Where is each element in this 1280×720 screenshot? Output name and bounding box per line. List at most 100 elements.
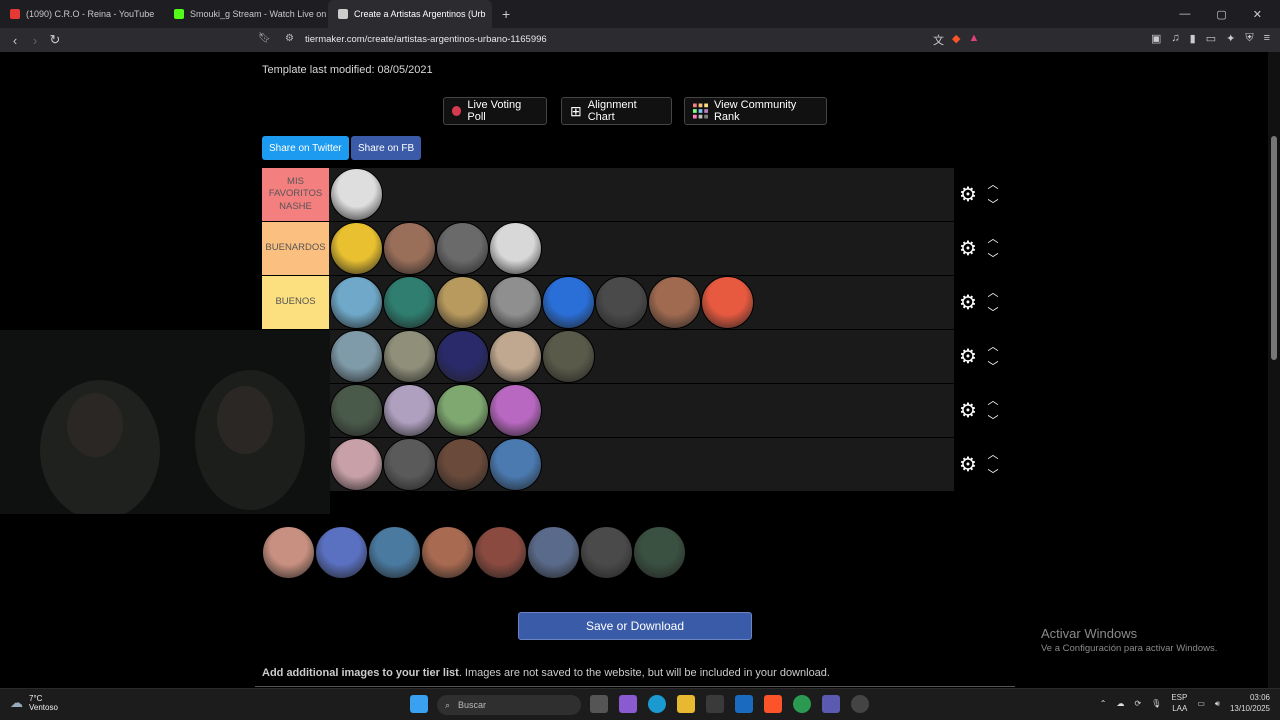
bookmark-icon[interactable]: 🔖︎ (258, 33, 271, 44)
brave-shield-icon[interactable]: ◆ (952, 32, 960, 48)
move-up-icon[interactable]: ︿ (986, 230, 1000, 246)
network-icon[interactable]: ▭ (1197, 699, 1205, 708)
artist-image[interactable] (542, 330, 595, 383)
artist-image[interactable] (330, 168, 383, 221)
pool-artist-image[interactable] (421, 526, 474, 579)
save-download-button[interactable]: Save or Download (518, 612, 752, 640)
artist-image[interactable] (489, 276, 542, 329)
weather-widget[interactable]: ☁︎ 7°C Ventoso (10, 694, 58, 712)
copilot-icon[interactable] (619, 695, 637, 713)
brave-rewards-icon[interactable]: ▲ (968, 32, 979, 48)
artist-image[interactable] (330, 438, 383, 491)
pool-artist-image[interactable] (474, 526, 527, 579)
file-explorer-icon[interactable] (677, 695, 695, 713)
pool-artist-image[interactable] (262, 526, 315, 579)
artist-image[interactable] (436, 438, 489, 491)
move-down-icon[interactable]: ﹀ (986, 358, 1000, 374)
artist-image[interactable] (330, 222, 383, 275)
move-down-icon[interactable]: ﹀ (986, 304, 1000, 320)
task-view-icon[interactable] (590, 695, 608, 713)
artist-image[interactable] (436, 384, 489, 437)
move-up-icon[interactable]: ︿ (986, 446, 1000, 462)
artist-image[interactable] (542, 276, 595, 329)
share-twitter-button[interactable]: Share on Twitter (262, 136, 349, 160)
leo-icon[interactable]: ✦ (1226, 32, 1235, 45)
live-voting-button[interactable]: Live Voting Poll (443, 97, 547, 125)
tab-youtube[interactable]: (1090) C.R.O - Reina - YouTube (0, 0, 164, 28)
edge-icon[interactable] (648, 695, 666, 713)
gear-icon[interactable]: ⚙ (957, 184, 979, 206)
onedrive-icon[interactable]: ☁︎ (1116, 699, 1124, 708)
gear-icon[interactable]: ⚙ (957, 292, 979, 314)
media-icon[interactable]: ♫ (1171, 32, 1179, 45)
move-down-icon[interactable]: ﹀ (986, 412, 1000, 428)
artist-image[interactable] (383, 222, 436, 275)
community-rank-button[interactable]: View Community Rank (684, 97, 827, 125)
menu-icon[interactable]: ≡ (1264, 32, 1270, 45)
move-down-icon[interactable]: ﹀ (986, 466, 1000, 482)
artist-image[interactable] (383, 276, 436, 329)
back-icon[interactable]: ‹ (5, 33, 25, 48)
pool-artist-image[interactable] (580, 526, 633, 579)
close-window-button[interactable]: ✕ (1253, 8, 1262, 21)
artist-image[interactable] (489, 438, 542, 491)
taskbar-search[interactable]: ⌕ Buscar (437, 695, 581, 715)
tab-kick[interactable]: Smouki_g Stream - Watch Live on Kic (164, 0, 328, 28)
artist-image[interactable] (595, 276, 648, 329)
artist-image[interactable] (436, 222, 489, 275)
artist-image[interactable] (383, 438, 436, 491)
move-up-icon[interactable]: ︿ (986, 284, 1000, 300)
artist-image[interactable] (436, 330, 489, 383)
pool-artist-image[interactable] (368, 526, 421, 579)
gear-icon[interactable]: ⚙ (957, 238, 979, 260)
brave-icon[interactable] (764, 695, 782, 713)
store-icon[interactable] (706, 695, 724, 713)
windows-start-icon[interactable] (410, 695, 428, 713)
wallet-icon[interactable]: ▭ (1206, 32, 1216, 45)
artist-image[interactable] (330, 384, 383, 437)
move-down-icon[interactable]: ﹀ (986, 250, 1000, 266)
gear-icon[interactable]: ⚙ (957, 346, 979, 368)
artist-image[interactable] (489, 330, 542, 383)
share-fb-button[interactable]: Share on FB (351, 136, 422, 160)
artist-image[interactable] (648, 276, 701, 329)
pool-artist-image[interactable] (315, 526, 368, 579)
artist-image[interactable] (330, 276, 383, 329)
artist-image[interactable] (489, 384, 542, 437)
screenshot-icon[interactable]: ▣ (1151, 32, 1161, 45)
url-field[interactable]: tiermaker.com/create/artistas-argentinos… (305, 34, 547, 45)
artist-image[interactable] (436, 276, 489, 329)
new-tab-button[interactable]: + (492, 6, 520, 22)
tier-label[interactable]: BUENARDOS (262, 222, 329, 275)
maximize-button[interactable]: ▢ (1216, 8, 1226, 21)
gear-icon[interactable]: ⚙ (957, 400, 979, 422)
app-icon[interactable] (851, 695, 869, 713)
reload-icon[interactable]: ↻ (45, 32, 65, 48)
pool-artist-image[interactable] (527, 526, 580, 579)
vpn-icon[interactable]: ⛨ (1245, 32, 1253, 45)
outlook-icon[interactable] (735, 695, 753, 713)
scroll-thumb[interactable] (1271, 136, 1277, 360)
whatsapp-icon[interactable] (793, 695, 811, 713)
artist-image[interactable] (330, 330, 383, 383)
tier-label[interactable]: BUENOS (262, 276, 329, 329)
artist-image[interactable] (383, 384, 436, 437)
forward-icon[interactable]: › (25, 33, 45, 48)
pool-artist-image[interactable] (633, 526, 686, 579)
chevron-up-icon[interactable]: ⌃ (1100, 699, 1107, 708)
sidebar-icon[interactable]: ▮ (1190, 32, 1196, 45)
move-up-icon[interactable]: ︿ (986, 176, 1000, 192)
artist-image[interactable] (701, 276, 754, 329)
move-up-icon[interactable]: ︿ (986, 392, 1000, 408)
tab-tiermaker[interactable]: Create a Artistas Argentinos (Urb ✕ (328, 0, 492, 28)
gear-icon[interactable]: ⚙ (957, 454, 979, 476)
translate-icon[interactable]: 文 (933, 32, 944, 48)
page-scrollbar[interactable] (1268, 52, 1280, 688)
artist-image[interactable] (383, 330, 436, 383)
clock[interactable]: 03:06 13/10/2025 (1230, 693, 1270, 715)
language-indicator[interactable]: ESP LAA (1171, 693, 1187, 715)
artist-image[interactable] (489, 222, 542, 275)
alignment-chart-button[interactable]: ⊞ Alignment Chart (561, 97, 672, 125)
mic-icon[interactable]: 🎙︎ (1151, 699, 1161, 708)
move-up-icon[interactable]: ︿ (986, 338, 1000, 354)
